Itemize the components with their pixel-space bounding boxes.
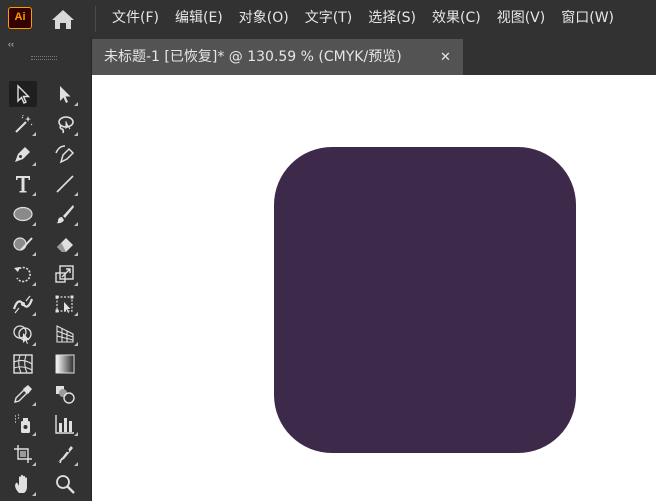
curvature-tool-icon: [55, 145, 75, 164]
slice-tool[interactable]: [51, 441, 79, 467]
collapse-panel-button[interactable]: ‹‹: [8, 39, 14, 49]
shaper-tool[interactable]: [9, 231, 37, 257]
menu-effect[interactable]: 效果(C): [424, 0, 489, 37]
shape-builder-tool[interactable]: [9, 321, 37, 347]
direct-selection-tool[interactable]: [51, 81, 79, 107]
magic-wand-tool[interactable]: [9, 111, 37, 137]
menu-select[interactable]: 选择(S): [360, 0, 424, 37]
zoom-tool[interactable]: [51, 471, 79, 497]
line-segment-tool[interactable]: [51, 171, 79, 197]
close-icon[interactable]: ✕: [440, 39, 451, 75]
pen-tool[interactable]: [9, 141, 37, 167]
rotate-tool[interactable]: [9, 261, 37, 287]
menu-file[interactable]: 文件(F): [104, 0, 167, 37]
mesh-tool-icon: [13, 354, 33, 374]
type-tool-icon: [16, 176, 30, 193]
scale-tool-icon: [55, 265, 74, 283]
direct-selection-tool-icon: [60, 86, 71, 103]
selection-tool[interactable]: [9, 81, 37, 107]
column-graph-tool[interactable]: [51, 411, 79, 437]
menu-type[interactable]: 文字(T): [297, 0, 360, 37]
type-tool[interactable]: [9, 171, 37, 197]
perspective-grid-tool-icon: [56, 325, 74, 343]
eyedropper-tool-icon: [14, 385, 32, 403]
symbol-sprayer-tool-icon: [15, 414, 30, 433]
eyedropper-tool[interactable]: [9, 381, 37, 407]
eraser-tool[interactable]: [51, 231, 79, 257]
artboard-tool[interactable]: [9, 441, 37, 467]
rounded-rectangle-shape[interactable]: [274, 147, 576, 453]
perspective-grid-tool[interactable]: [51, 321, 79, 347]
document-tab-title: 未标题-1 [已恢复]* @ 130.59 % (CMYK/预览): [104, 49, 402, 65]
lasso-tool[interactable]: [51, 111, 79, 137]
hand-tool[interactable]: [9, 471, 37, 497]
gradient-tool-icon: [55, 354, 75, 374]
document-tab[interactable]: 未标题-1 [已恢复]* @ 130.59 % (CMYK/预览) ✕: [92, 39, 463, 75]
paintbrush-tool-icon: [56, 205, 74, 224]
app-logo: Ai: [8, 7, 32, 29]
free-transform-tool-icon: [55, 295, 74, 313]
menu-items: 文件(F) 编辑(E) 对象(O) 文字(T) 选择(S) 效果(C) 视图(V…: [104, 0, 622, 37]
document-tab-bar: 未标题-1 [已恢复]* @ 130.59 % (CMYK/预览) ✕: [92, 37, 656, 75]
menu-window[interactable]: 窗口(W): [553, 0, 622, 37]
shaper-tool-icon: [13, 237, 33, 251]
paintbrush-tool[interactable]: [51, 201, 79, 227]
scale-tool[interactable]: [51, 261, 79, 287]
shape-builder-tool-icon: [13, 325, 32, 344]
gradient-tool[interactable]: [51, 351, 79, 377]
ellipse-tool[interactable]: [9, 201, 37, 227]
artboard-tool-icon: [14, 445, 32, 463]
artboard-canvas[interactable]: [92, 75, 656, 501]
menu-edit[interactable]: 编辑(E): [167, 0, 231, 37]
column-graph-tool-icon: [55, 415, 74, 434]
blend-tool-icon: [56, 386, 75, 404]
menu-bar: Ai 文件(F) 编辑(E) 对象(O) 文字(T) 选择(S) 效果(C) 视…: [0, 0, 656, 37]
menu-view[interactable]: 视图(V): [489, 0, 554, 37]
lasso-tool-icon: [58, 116, 74, 134]
panel-grip[interactable]: [31, 56, 57, 60]
ellipse-tool-icon: [13, 206, 33, 222]
tools-panel: ‹‹: [0, 37, 92, 501]
menu-divider: [95, 6, 96, 32]
magic-wand-tool-icon: [15, 115, 33, 133]
symbol-sprayer-tool[interactable]: [9, 411, 37, 437]
hand-tool-icon: [15, 474, 27, 493]
rotate-tool-icon: [14, 266, 31, 283]
mesh-tool[interactable]: [9, 351, 37, 377]
slice-tool-icon: [58, 446, 73, 464]
pen-tool-icon: [15, 147, 30, 162]
blend-tool[interactable]: [51, 381, 79, 407]
zoom-tool-icon: [56, 475, 75, 494]
home-icon: [52, 10, 74, 29]
selection-tool-icon: [17, 84, 31, 104]
eraser-tool-icon: [57, 238, 73, 252]
menu-object[interactable]: 对象(O): [231, 0, 297, 37]
line-segment-tool-icon: [56, 175, 74, 193]
home-button[interactable]: [50, 8, 76, 30]
free-transform-tool[interactable]: [51, 291, 79, 317]
width-tool[interactable]: [9, 291, 37, 317]
width-tool-icon: [12, 295, 34, 314]
curvature-tool[interactable]: [51, 141, 79, 167]
